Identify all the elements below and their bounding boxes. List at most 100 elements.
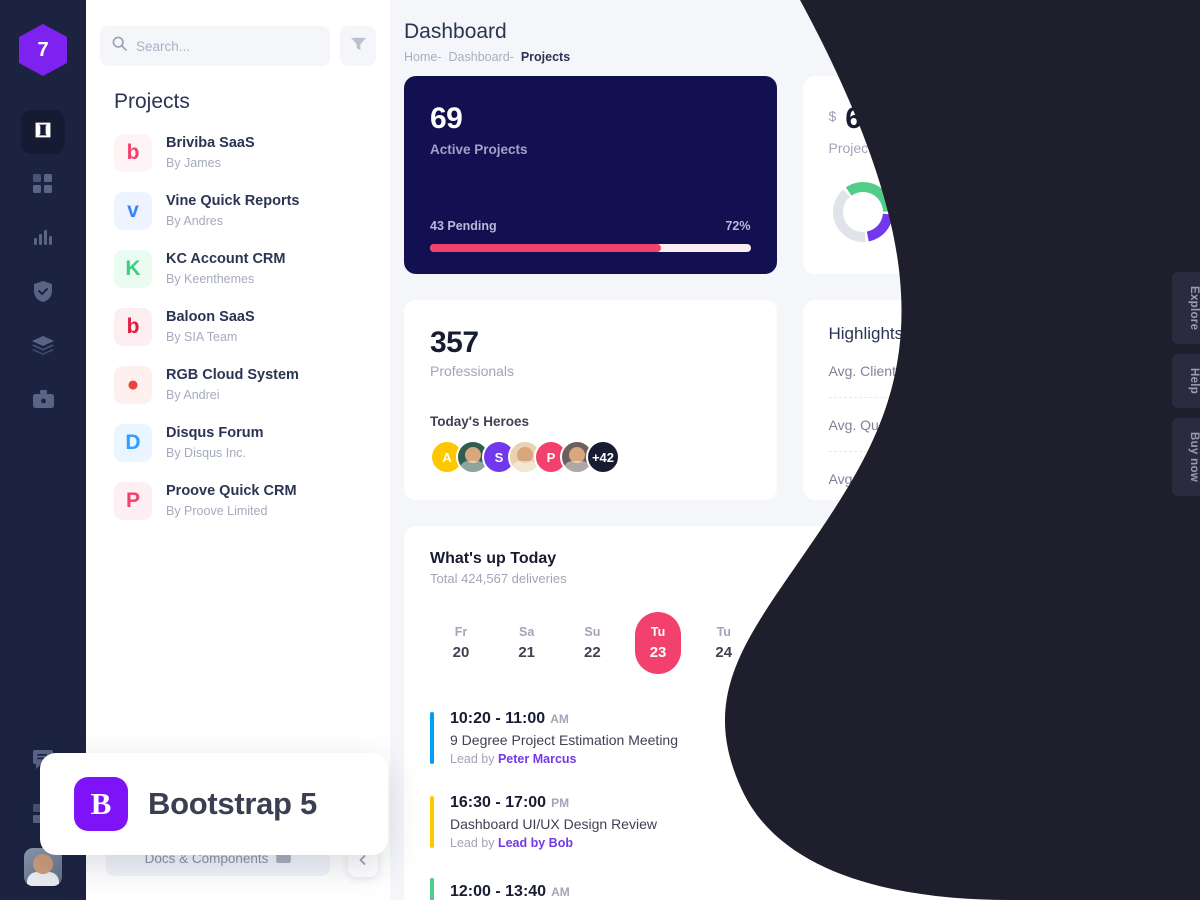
- events-list: 10:20 - 11:00 AM 9 Degree Project Estimat…: [430, 696, 1149, 900]
- day-cell[interactable]: Sa 21: [504, 612, 550, 674]
- day-number: 25: [781, 644, 798, 662]
- event-title: 9 Degree Project Estimation Meeting: [450, 732, 678, 749]
- title-block: Dashboard Home- Dashboard- Projects: [404, 18, 570, 64]
- event-title: Dashboard UI/UX Design Review: [450, 816, 657, 833]
- day-number: 29: [1043, 644, 1061, 662]
- highlights-card: Highlights Avg. Client Rating ↗ 7.8/10 A…: [802, 300, 1175, 501]
- heroes-avatar-group[interactable]: A S P +42: [430, 440, 751, 475]
- event-lead: Lead by Lead by Bob: [450, 836, 573, 851]
- report-center-button[interactable]: Report Cecnter: [1025, 550, 1149, 586]
- pending-label: 43 Pending: [430, 219, 497, 234]
- project-author: By Keenthemes: [166, 271, 255, 286]
- chevron-left-icon: [357, 853, 369, 871]
- earnings-amount-row: $ 69,700 ↑ 2.2%: [829, 102, 1150, 136]
- event-color-bar: [430, 796, 434, 849]
- day-cell[interactable]: Th 26: [832, 612, 878, 674]
- day-cell[interactable]: Sa 28: [964, 612, 1010, 674]
- todays-heroes-label: Today's Heroes: [430, 414, 529, 430]
- list-item[interactable]: K KC Account CRM By Keenthemes: [100, 240, 376, 298]
- arrow-up-icon: ↗: [1082, 362, 1095, 379]
- legend-label: Leaf CRM: [942, 183, 1004, 199]
- earnings-legend: Leaf CRM $7,660 Mivy App $2,820 Others $…: [920, 183, 1149, 247]
- legend-color-swatch: [920, 189, 932, 193]
- main-content: Dashboard Home- Dashboard- Projects New Us…: [390, 0, 1200, 900]
- event-body: 10:20 - 11:00 AM 9 Degree Project Estimat…: [450, 710, 678, 766]
- event-color-bar: [430, 878, 434, 900]
- legend-value: $45,257: [1100, 231, 1149, 247]
- sidebar-item-layers[interactable]: [21, 326, 65, 370]
- rail-icon-list: [21, 110, 65, 424]
- event-body: 12:00 - 13:40AM Marketing Campaign Discu…: [450, 883, 651, 900]
- day-weekday: Mo: [1108, 625, 1127, 640]
- project-text: Briviba SaaS By James: [166, 134, 255, 172]
- list-item: 16:30 - 17:00 PM Dashboard UI/UX Design R…: [430, 780, 1149, 864]
- day-cell[interactable]: Fr 20: [438, 612, 484, 674]
- active-projects-count: 69: [430, 102, 463, 136]
- day-cell[interactable]: Fri 27: [898, 612, 944, 674]
- view-button[interactable]: View: [1079, 886, 1149, 900]
- list-item[interactable]: b Briviba SaaS By James: [100, 124, 376, 182]
- day-number: 28: [978, 644, 995, 662]
- app-logo[interactable]: 7: [19, 24, 67, 76]
- breadcrumb-item[interactable]: Dashboard-: [449, 50, 514, 64]
- search-box[interactable]: [100, 26, 330, 66]
- active-projects-card: 69 Active Projects 43 Pending 72%: [404, 76, 777, 275]
- whats-up-subtitle: Total 424,567 deliveries: [430, 571, 567, 587]
- project-text: Baloon SaaS By SIA Team: [166, 308, 255, 346]
- project-author: By Disqus Inc.: [166, 445, 246, 460]
- list-item[interactable]: v Vine Quick Reports By Andres: [100, 182, 376, 240]
- topbar-actions: New User New Goal: [961, 18, 1175, 55]
- event-ampm: AM: [550, 712, 569, 727]
- bootstrap-logo-icon: B: [74, 777, 128, 831]
- sidebar-item-projects[interactable]: [21, 380, 65, 424]
- search-input[interactable]: [136, 38, 318, 54]
- filter-button[interactable]: [340, 26, 376, 66]
- earnings-amount: 69,700: [845, 102, 935, 136]
- day-weekday: Sa: [978, 625, 995, 640]
- side-tab[interactable]: Help: [1172, 354, 1200, 409]
- progress-fill: [430, 244, 661, 253]
- view-button[interactable]: View: [1079, 804, 1149, 840]
- event-ampm: AM: [551, 885, 570, 900]
- sidebar-item-dashboard[interactable]: [21, 110, 65, 154]
- sidebar-item-statistics[interactable]: [21, 218, 65, 262]
- list-item[interactable]: D Disqus Forum By Disqus Inc.: [100, 414, 376, 472]
- sidebar-item-apps[interactable]: [21, 164, 65, 208]
- avatar[interactable]: +42: [586, 440, 620, 475]
- view-button[interactable]: View: [1079, 720, 1149, 756]
- day-cell[interactable]: Tu 24: [701, 612, 747, 674]
- new-user-button[interactable]: New User: [961, 18, 1064, 55]
- project-name: Vine Quick Reports: [166, 193, 300, 210]
- day-cell[interactable]: Tu 23: [635, 612, 682, 675]
- side-tab[interactable]: Buy now: [1172, 418, 1200, 497]
- project-name: KC Account CRM: [166, 251, 286, 268]
- day-cell[interactable]: Su 22: [569, 612, 615, 674]
- new-goal-button[interactable]: New Goal: [1073, 18, 1175, 55]
- day-cell[interactable]: We 25: [766, 612, 812, 674]
- professionals-card: 357 Professionals Today's Heroes A S P +…: [404, 300, 777, 501]
- project-name: Proove Quick CRM: [166, 483, 297, 500]
- list-item[interactable]: ● RGB Cloud System By Andrei: [100, 356, 376, 414]
- highlight-label: Avg. Client Rating: [828, 362, 941, 379]
- day-cell[interactable]: Su 29: [1029, 612, 1075, 674]
- bar-chart-icon: [33, 228, 53, 253]
- grid-icon: [33, 173, 53, 199]
- sidebar-item-security[interactable]: [21, 272, 65, 316]
- project-logo-icon: v: [114, 192, 152, 230]
- side-tab[interactable]: Explore: [1172, 272, 1200, 345]
- project-logo-icon: D: [114, 424, 152, 462]
- breadcrumb: Home- Dashboard- Projects: [404, 50, 570, 64]
- project-author: By Andres: [166, 213, 223, 228]
- day-selector[interactable]: Fr 20 Sa 21 Su 22 Tu 23 Tu 24 We 25 Th 2…: [430, 612, 1149, 675]
- list-item[interactable]: P Proove Quick CRM By Proove Limited: [100, 472, 376, 530]
- breadcrumb-item[interactable]: Projects: [521, 50, 570, 64]
- breadcrumb-item[interactable]: Home-: [404, 50, 442, 64]
- legend-value: $2,820: [1107, 207, 1149, 223]
- day-cell[interactable]: Mo 30: [1095, 612, 1141, 674]
- table-row: Avg. Client Rating ↗ 7.8/10: [829, 344, 1150, 397]
- table-row: Avg. Quotes ↙ 730: [828, 397, 1149, 451]
- layers-icon: [32, 335, 54, 361]
- list-item[interactable]: b Baloon SaaS By SIA Team: [100, 298, 376, 356]
- whats-up-header: What's up Today Total 424,567 deliveries…: [430, 550, 1149, 586]
- event-time: 10:20 - 11:00 AM: [450, 710, 569, 728]
